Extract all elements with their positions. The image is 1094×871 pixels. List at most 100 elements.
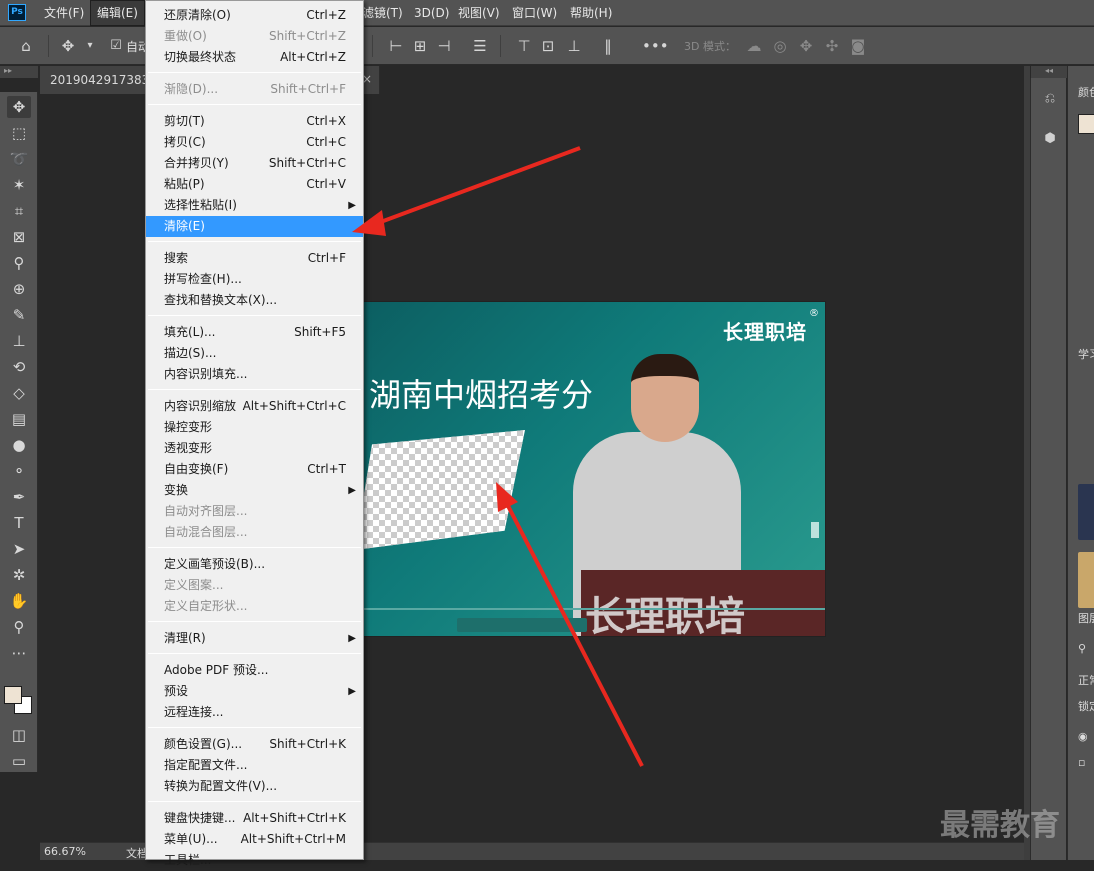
dodge-icon[interactable]: ⚬ bbox=[7, 460, 31, 482]
align-right-icon[interactable]: ⊣ bbox=[434, 36, 454, 56]
stamp-icon[interactable]: ⊥ bbox=[7, 330, 31, 352]
menu-item[interactable]: 还原清除(O) Ctrl+Z bbox=[146, 5, 363, 26]
menu-item[interactable]: 定义画笔预设(B)... bbox=[146, 554, 363, 575]
menu-item[interactable]: 操控变形 bbox=[146, 417, 363, 438]
menu-item[interactable]: 粘贴(P) Ctrl+V bbox=[146, 174, 363, 195]
menu-item[interactable]: 内容识别缩放 Alt+Shift+Ctrl+C bbox=[146, 396, 363, 417]
magic-wand-icon[interactable]: ✶ bbox=[7, 174, 31, 196]
layer-search-icon[interactable]: ⚲ bbox=[1078, 642, 1086, 655]
menu-item[interactable]: 查找和替换文本(X)... bbox=[146, 290, 363, 311]
learn-thumbnail[interactable] bbox=[1078, 552, 1094, 608]
align-horizontal-center-icon[interactable]: ⊞ bbox=[410, 36, 430, 56]
layers-panel-title[interactable]: 图层 bbox=[1078, 610, 1094, 626]
chevron-down-icon[interactable]: ▾ bbox=[80, 36, 100, 56]
zoom-level[interactable]: 66.67% bbox=[44, 845, 86, 858]
menu-item[interactable]: 选择性粘贴(I) ▶ bbox=[146, 195, 363, 216]
menu-item[interactable]: 预设 ▶ bbox=[146, 681, 363, 702]
3d-slide-icon[interactable]: ✣ bbox=[822, 36, 842, 56]
zoom-icon[interactable]: ⚲ bbox=[7, 616, 31, 638]
menu-item[interactable]: 描边(S)... bbox=[146, 343, 363, 364]
dock-collapse-handle[interactable]: ◂◂ bbox=[1031, 66, 1067, 78]
menu-item[interactable]: 转换为配置文件(V)... bbox=[146, 776, 363, 797]
layer-visibility-toggle[interactable]: ▫ bbox=[1078, 756, 1085, 769]
more-tools-icon[interactable]: ⋯ bbox=[7, 642, 31, 664]
submenu-arrow-icon: ▶ bbox=[348, 686, 356, 697]
3d-roll-icon[interactable]: ◎ bbox=[770, 36, 790, 56]
menu-item[interactable]: 菜单(U)... Alt+Shift+Ctrl+M bbox=[146, 829, 363, 850]
menu-item[interactable]: 指定配置文件... bbox=[146, 755, 363, 776]
menu-item[interactable]: 内容识别填充... bbox=[146, 364, 363, 385]
video-progress-bar bbox=[345, 608, 825, 610]
quick-mask-icon[interactable]: ◫ bbox=[7, 724, 31, 746]
menu-item[interactable]: 远程连接... bbox=[146, 702, 363, 723]
menu-item[interactable]: 拷贝(C) Ctrl+C bbox=[146, 132, 363, 153]
menu-item[interactable]: 合并拷贝(Y) Shift+Ctrl+C bbox=[146, 153, 363, 174]
frame-icon[interactable]: ⊠ bbox=[7, 226, 31, 248]
3d-orbit-icon[interactable]: ☁ bbox=[744, 36, 764, 56]
move-tool-preset-icon[interactable]: ✥ bbox=[58, 36, 78, 56]
path-selection-icon[interactable]: ➤ bbox=[7, 538, 31, 560]
type-icon[interactable]: T bbox=[7, 512, 31, 534]
history-brush-icon[interactable]: ⟲ bbox=[7, 356, 31, 378]
menu-3d[interactable]: 3D(D) bbox=[408, 0, 455, 26]
color-panel-title[interactable]: 颜色 bbox=[1078, 84, 1094, 100]
menu-item[interactable]: 拼写检查(H)... bbox=[146, 269, 363, 290]
menu-item[interactable]: Adobe PDF 预设... bbox=[146, 660, 363, 681]
marquee-icon[interactable]: ⬚ bbox=[7, 122, 31, 144]
menu-item[interactable]: 切换最终状态 Alt+Ctrl+Z bbox=[146, 47, 363, 68]
blur-icon[interactable]: ● bbox=[7, 434, 31, 456]
menu-window[interactable]: 窗口(W) bbox=[506, 0, 563, 26]
hand-icon[interactable]: ✋ bbox=[7, 590, 31, 612]
menu-item[interactable]: 键盘快捷键... Alt+Shift+Ctrl+K bbox=[146, 808, 363, 829]
learn-panel-title[interactable]: 学习 bbox=[1078, 346, 1094, 362]
image-brand-logo: 长理职培 bbox=[723, 320, 807, 344]
healing-brush-icon[interactable]: ⊕ bbox=[7, 278, 31, 300]
eyedropper-icon[interactable]: ⚲ bbox=[7, 252, 31, 274]
toolbar-collapse-handle[interactable]: ▸▸ bbox=[0, 66, 38, 78]
align-left-icon[interactable]: ⊢ bbox=[386, 36, 406, 56]
more-options-icon[interactable]: ••• bbox=[642, 36, 669, 56]
menu-item[interactable]: 工具栏... bbox=[146, 850, 363, 871]
3d-pan-icon[interactable]: ✥ bbox=[796, 36, 816, 56]
menu-item[interactable]: 自由变换(F) Ctrl+T bbox=[146, 459, 363, 480]
foreground-color-swatch[interactable] bbox=[4, 686, 22, 704]
screen-mode-icon[interactable]: ▭ bbox=[7, 750, 31, 772]
distribute-vertical-icon[interactable]: ‖ bbox=[598, 36, 618, 56]
menu-item[interactable]: 变换 ▶ bbox=[146, 480, 363, 501]
align-vertical-center-icon[interactable]: ⊡ bbox=[538, 36, 558, 56]
menu-help[interactable]: 帮助(H) bbox=[564, 0, 618, 26]
home-icon[interactable]: ⌂ bbox=[16, 36, 36, 56]
menu-file[interactable]: 文件(F) bbox=[38, 0, 90, 26]
visibility-eye-icon[interactable]: ◉ bbox=[1078, 730, 1088, 743]
eraser-icon[interactable]: ◇ bbox=[7, 382, 31, 404]
move-icon[interactable]: ✥ bbox=[7, 96, 31, 118]
menu-item[interactable]: 颜色设置(G)... Shift+Ctrl+K bbox=[146, 734, 363, 755]
menu-item-shortcut: Shift+Ctrl+K bbox=[269, 737, 346, 751]
pen-icon[interactable]: ✒ bbox=[7, 486, 31, 508]
3d-camera-icon[interactable]: ◙ bbox=[848, 36, 868, 56]
menu-view[interactable]: 视图(V) bbox=[452, 0, 506, 26]
distribute-icon[interactable]: ☰ bbox=[470, 36, 490, 56]
history-panel-icon[interactable]: ⎌ bbox=[1039, 88, 1061, 110]
3d-panel-icon[interactable]: ⬢ bbox=[1039, 128, 1061, 150]
menu-edit[interactable]: 编辑(E) bbox=[90, 0, 145, 26]
menu-item[interactable]: 填充(L)... Shift+F5 bbox=[146, 322, 363, 343]
menu-item[interactable]: 剪切(T) Ctrl+X bbox=[146, 111, 363, 132]
document-image[interactable]: 湖南中烟招考分 长理职培 ® 长理职培 bbox=[344, 301, 826, 637]
menu-item[interactable]: 搜索 Ctrl+F bbox=[146, 248, 363, 269]
align-top-icon[interactable]: ⊤ bbox=[514, 36, 534, 56]
color-swatch[interactable] bbox=[1078, 114, 1094, 134]
blend-mode-select[interactable]: 正常 bbox=[1078, 672, 1094, 688]
gradient-icon[interactable]: ▤ bbox=[7, 408, 31, 430]
menu-item[interactable]: 清理(R) ▶ bbox=[146, 628, 363, 649]
menu-item-label: 查找和替换文本(X)... bbox=[164, 293, 278, 307]
menu-item[interactable]: 透视变形 bbox=[146, 438, 363, 459]
menu-item[interactable]: 清除(E) bbox=[146, 216, 363, 237]
lasso-icon[interactable]: ➰ bbox=[7, 148, 31, 170]
custom-shape-icon[interactable]: ✲ bbox=[7, 564, 31, 586]
crop-icon[interactable]: ⌗ bbox=[7, 200, 31, 222]
auto-select-checkbox[interactable]: ☑ bbox=[106, 36, 126, 56]
brush-icon[interactable]: ✎ bbox=[7, 304, 31, 326]
learn-thumbnail[interactable] bbox=[1078, 484, 1094, 540]
align-bottom-icon[interactable]: ⊥ bbox=[564, 36, 584, 56]
